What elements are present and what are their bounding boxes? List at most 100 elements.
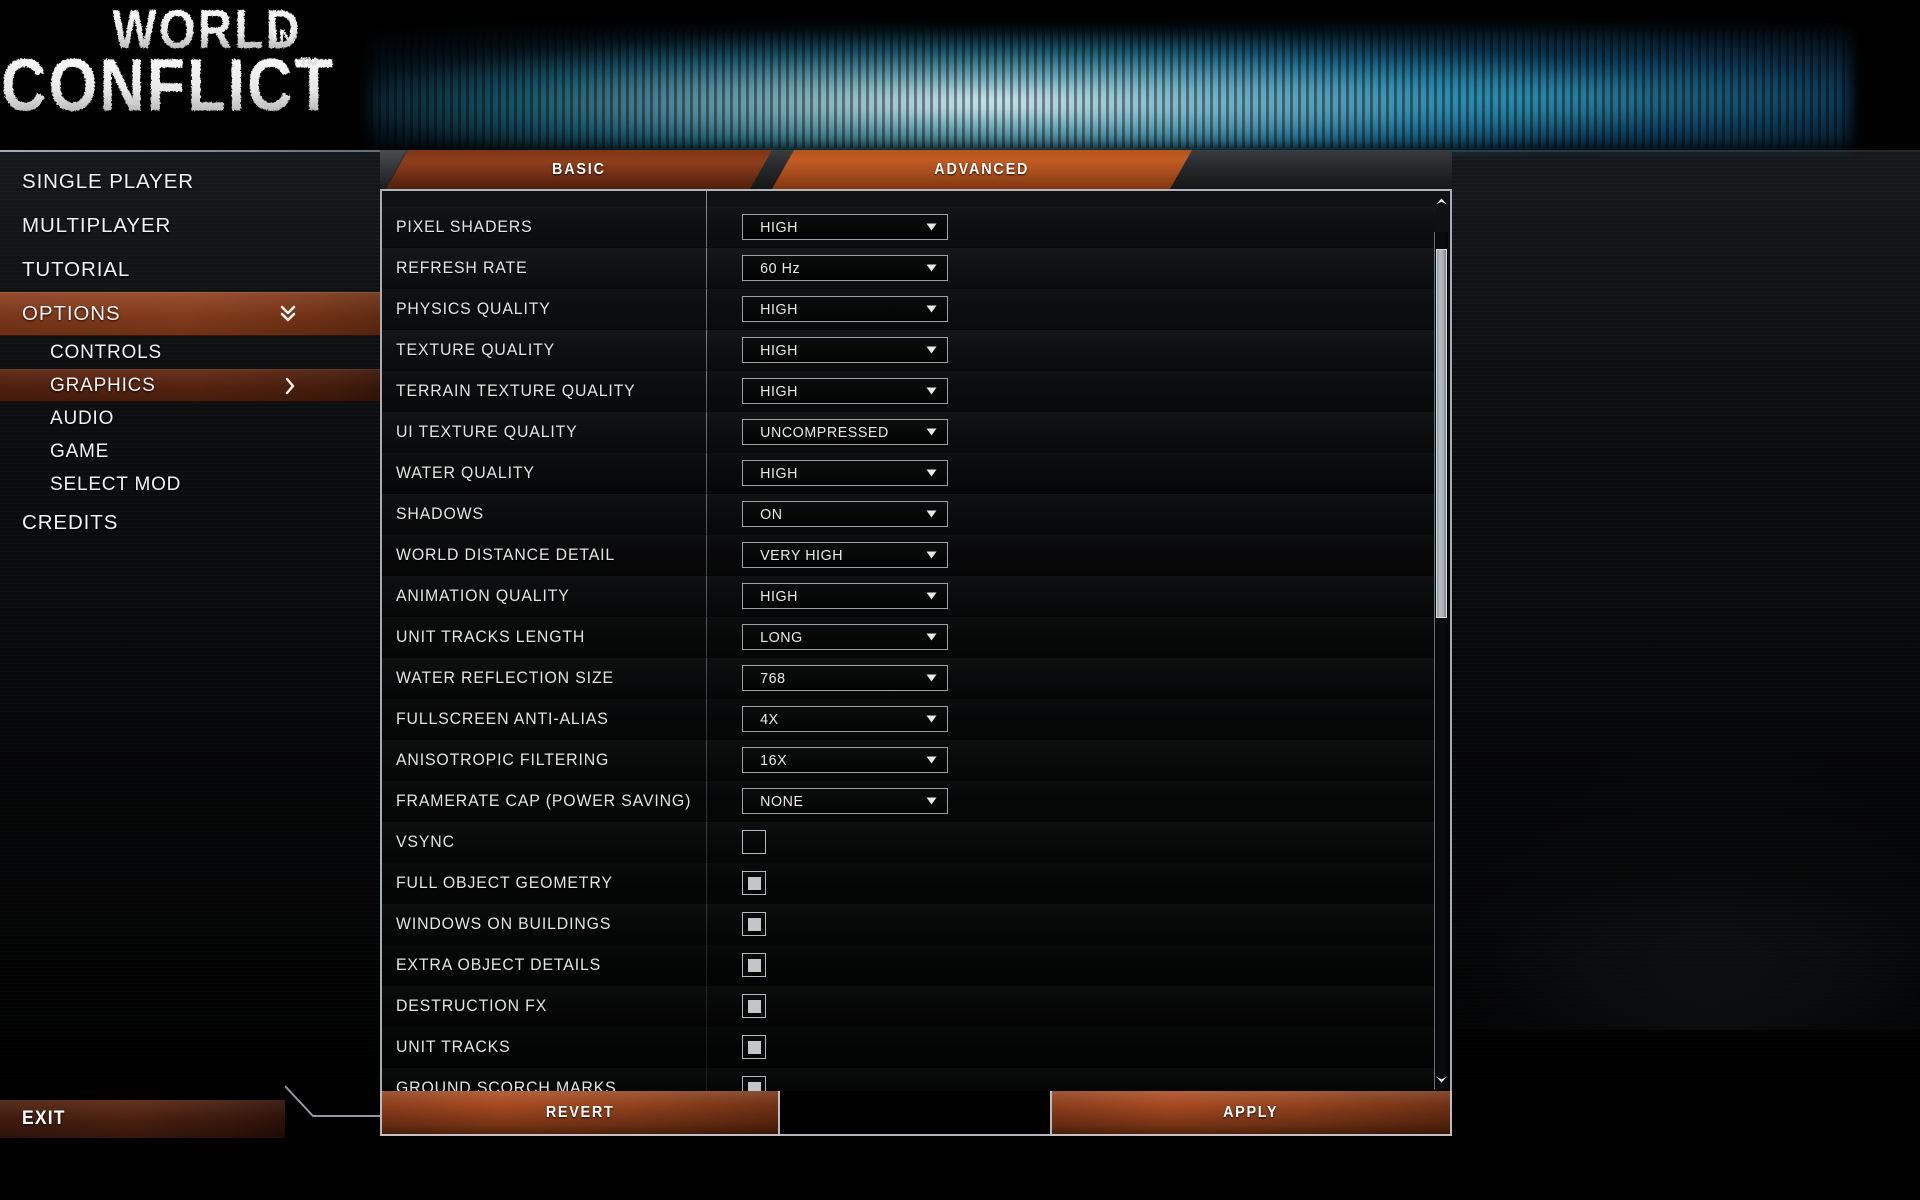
checkbox-full-object-geometry[interactable]	[742, 871, 766, 895]
table-row: FRAMERATE CAP (POWER SAVING) NONE	[382, 781, 1436, 822]
table-row: WINDOWS ON BUILDINGS	[382, 904, 1436, 945]
background-glow-stripes	[370, 28, 1850, 148]
graphics-options-panel: BASIC ADVANCED PIXEL SHADERS HIGH REFRES…	[380, 150, 1452, 1146]
setting-label: SHADOWS	[396, 504, 484, 523]
dropdown-framerate-cap[interactable]: NONE	[742, 788, 948, 814]
sidebar-item-select-mod[interactable]: SELECT MOD	[0, 468, 382, 501]
checkbox-unit-tracks[interactable]	[742, 1035, 766, 1059]
setting-control: HIGH	[742, 583, 948, 609]
sidebar-item-multiplayer[interactable]: MULTIPLAYER	[0, 204, 382, 248]
setting-label: UI TEXTURE QUALITY	[396, 422, 578, 441]
tab-basic[interactable]: BASIC	[386, 150, 772, 189]
setting-control: HIGH	[742, 460, 948, 486]
setting-label: DESTRUCTION FX	[396, 996, 548, 1015]
checkbox-windows-on-buildings[interactable]	[742, 912, 766, 936]
game-options-screen: WORLD IN CONFLICT TM SINGLE PLAYER MULTI…	[0, 0, 1920, 1200]
sidebar-item-label: TUTORIAL	[22, 258, 131, 281]
dropdown-unit-tracks-length[interactable]: LONG	[742, 624, 948, 650]
checkbox-vsync[interactable]	[742, 830, 766, 854]
dropdown-ui-texture-quality[interactable]: UNCOMPRESSED	[742, 419, 948, 445]
sidebar-item-audio[interactable]: AUDIO	[0, 402, 382, 435]
apply-button[interactable]: APPLY	[1050, 1091, 1452, 1136]
dropdown-anisotropic-filtering[interactable]: 16X	[742, 747, 948, 773]
dropdown-value: LONG	[760, 628, 803, 646]
sidebar-item-game[interactable]: GAME	[0, 435, 382, 468]
sidebar-item-tutorial[interactable]: TUTORIAL	[0, 248, 382, 292]
sidebar-item-label: CREDITS	[22, 511, 119, 534]
setting-control: VERY HIGH	[742, 542, 948, 568]
table-row: EXTRA OBJECT DETAILS	[382, 945, 1436, 986]
dropdown-value: VERY HIGH	[760, 546, 844, 564]
settings-scrollbar[interactable]	[1434, 198, 1448, 1089]
dropdown-value: 4X	[760, 710, 779, 728]
dropdown-pixel-shaders[interactable]: HIGH	[742, 214, 948, 240]
chevron-down-icon	[925, 222, 938, 233]
double-chevron-down-icon	[280, 304, 296, 324]
dropdown-world-distance-detail[interactable]: VERY HIGH	[742, 542, 948, 568]
setting-label: UNIT TRACKS	[396, 1037, 511, 1056]
revert-button[interactable]: REVERT	[380, 1091, 780, 1136]
chevron-down-icon	[925, 304, 938, 315]
dropdown-animation-quality[interactable]: HIGH	[742, 583, 948, 609]
main-menu-sidebar: SINGLE PLAYER MULTIPLAYER TUTORIAL OPTIO…	[0, 160, 382, 545]
dropdown-value: HIGH	[760, 382, 799, 400]
scroll-up-arrow-icon[interactable]	[1435, 194, 1448, 209]
table-row: WATER QUALITY HIGH	[382, 453, 1436, 494]
table-row: ANIMATION QUALITY HIGH	[382, 576, 1436, 617]
sidebar-item-credits[interactable]: CREDITS	[0, 501, 382, 545]
setting-control: 60 Hz	[742, 255, 948, 281]
sidebar-item-options[interactable]: OPTIONS	[0, 292, 382, 336]
table-row: DESTRUCTION FX	[382, 986, 1436, 1027]
setting-label: ANISOTROPIC FILTERING	[396, 750, 610, 769]
setting-control: NONE	[742, 788, 948, 814]
chevron-down-icon	[925, 509, 938, 520]
setting-label: FULL OBJECT GEOMETRY	[396, 873, 613, 892]
dropdown-fullscreen-anti-alias[interactable]: 4X	[742, 706, 948, 732]
checkbox-extra-object-details[interactable]	[742, 953, 766, 977]
setting-label: TEXTURE QUALITY	[396, 340, 556, 359]
tab-advanced[interactable]: ADVANCED	[772, 150, 1192, 189]
setting-control: ON	[742, 501, 948, 527]
checkbox-mark	[747, 917, 761, 931]
setting-label: WATER QUALITY	[396, 463, 535, 482]
sidebar-item-single-player[interactable]: SINGLE PLAYER	[0, 160, 382, 204]
setting-label: TERRAIN TEXTURE QUALITY	[396, 381, 636, 400]
dropdown-texture-quality[interactable]: HIGH	[742, 337, 948, 363]
apply-button-label: APPLY	[1223, 1103, 1279, 1121]
panel-action-bar: REVERT APPLY	[380, 1091, 1452, 1136]
checkbox-mark	[747, 999, 761, 1013]
dropdown-shadows[interactable]: ON	[742, 501, 948, 527]
setting-label: UNIT TRACKS LENGTH	[396, 627, 586, 646]
sidebar-item-label: CONTROLS	[50, 341, 162, 363]
dropdown-refresh-rate[interactable]: 60 Hz	[742, 255, 948, 281]
sidebar-item-graphics[interactable]: GRAPHICS	[0, 369, 382, 402]
table-row: WORLD DISTANCE DETAIL VERY HIGH	[382, 535, 1436, 576]
checkbox-ground-scorch-marks[interactable]	[742, 1076, 766, 1091]
exit-button[interactable]: EXIT	[0, 1100, 285, 1138]
setting-control: 4X	[742, 706, 948, 732]
setting-control	[742, 953, 766, 977]
scrollbar-thumb[interactable]	[1436, 249, 1447, 618]
sidebar-item-label: SELECT MOD	[50, 473, 182, 495]
dropdown-water-quality[interactable]: HIGH	[742, 460, 948, 486]
chevron-down-icon	[925, 468, 938, 479]
chevron-down-icon	[925, 673, 938, 684]
setting-label: WATER REFLECTION SIZE	[396, 668, 614, 687]
setting-label: WORLD DISTANCE DETAIL	[396, 545, 616, 564]
setting-label: FRAMERATE CAP (POWER SAVING)	[396, 791, 692, 810]
dropdown-terrain-texture-quality[interactable]: HIGH	[742, 378, 948, 404]
table-row: VSYNC	[382, 822, 1436, 863]
sidebar-item-controls[interactable]: CONTROLS	[0, 336, 382, 369]
chevron-down-icon	[925, 263, 938, 274]
dropdown-physics-quality[interactable]: HIGH	[742, 296, 948, 322]
checkbox-mark	[747, 1040, 761, 1054]
setting-control: HIGH	[742, 378, 948, 404]
chevron-down-icon	[925, 755, 938, 766]
dropdown-water-reflection-size[interactable]: 768	[742, 665, 948, 691]
table-row: REFRESH RATE 60 Hz	[382, 248, 1436, 289]
checkbox-destruction-fx[interactable]	[742, 994, 766, 1018]
scroll-down-arrow-icon[interactable]	[1435, 1072, 1448, 1087]
dropdown-value: 16X	[760, 751, 788, 769]
setting-label: FULLSCREEN ANTI-ALIAS	[396, 709, 609, 728]
dropdown-value: HIGH	[760, 218, 799, 236]
